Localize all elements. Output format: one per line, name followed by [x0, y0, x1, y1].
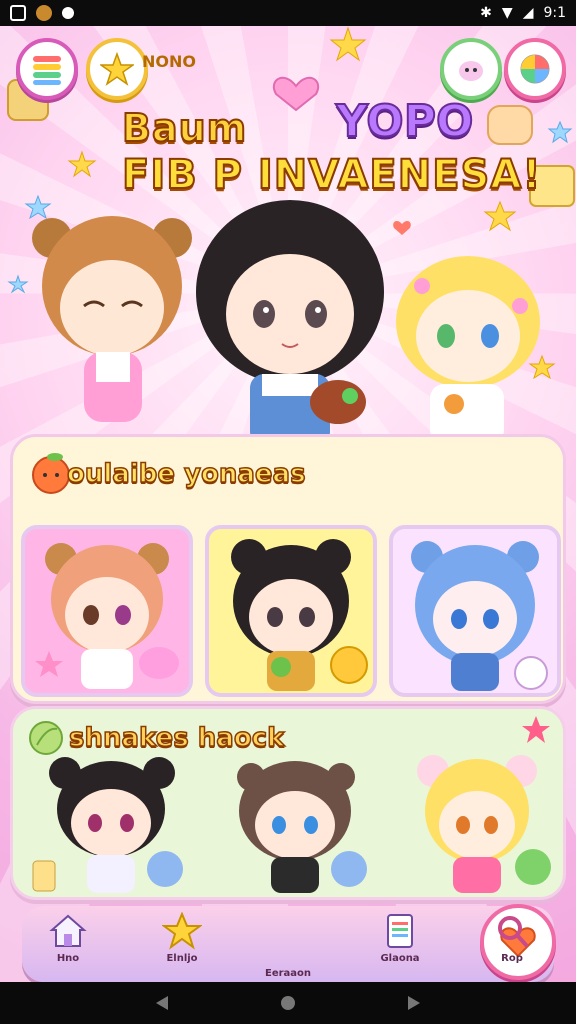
character-card[interactable]	[205, 525, 377, 697]
title-accent: YOPO	[335, 95, 474, 148]
character-portrait-dark	[231, 539, 368, 691]
system-nav-bar	[0, 982, 576, 1024]
pet-button[interactable]	[440, 38, 502, 100]
character-portrait-bear	[35, 543, 179, 689]
palette-button[interactable]	[504, 38, 566, 100]
friend-character[interactable]	[27, 749, 197, 897]
star-icon	[100, 52, 134, 86]
title-main: FIB P INVAENESA!	[121, 151, 542, 199]
nav-favorites[interactable]: Elnljo	[142, 912, 222, 976]
star-icon	[522, 716, 550, 743]
hero-characters	[32, 200, 540, 446]
nav-label: Eeraaon	[264, 968, 312, 979]
gallery-icon	[10, 5, 26, 21]
nav-label: Rop	[501, 953, 523, 964]
nav-guide[interactable]: Glaona	[360, 912, 440, 976]
featured-panel: oulaibe yonaeas	[10, 434, 566, 704]
search-icon	[498, 916, 528, 947]
character-blonde-girl	[396, 256, 540, 444]
signal-icon: ◢	[522, 5, 534, 21]
layers-icon	[33, 56, 61, 85]
friend-portrait-brown	[237, 761, 367, 893]
status-bar: ✱ ▼ ◢ 9:1	[0, 0, 576, 26]
bottom-nav: Hno Elnljo Eeraaon Glaona Rop	[22, 904, 556, 982]
mail-icon	[62, 7, 74, 19]
nav-home[interactable]: Hno	[28, 912, 108, 976]
palette-icon	[520, 54, 550, 84]
book-icon	[387, 914, 413, 948]
star-icon	[329, 26, 367, 62]
home-icon[interactable]	[280, 995, 296, 1011]
menu-button[interactable]	[16, 38, 78, 100]
character-dark-hair-girl	[196, 200, 384, 446]
character-bear-girl	[32, 216, 192, 422]
nav-label: Elnljo	[166, 953, 198, 964]
bluetooth-icon: ✱	[480, 5, 492, 21]
nav-search[interactable]: Rop	[472, 912, 552, 976]
pet-icon	[459, 61, 483, 81]
favorites-button[interactable]	[86, 38, 148, 100]
friend-character[interactable]	[393, 749, 563, 897]
title-top: Baum	[121, 105, 248, 151]
character-card[interactable]	[389, 525, 561, 697]
friend-character[interactable]	[211, 749, 381, 897]
nav-label: Glaona	[380, 953, 420, 964]
character-card[interactable]	[21, 525, 193, 697]
game-screen: NONO Baum YOPO FIB P INVAENESA! oulaibe …	[0, 26, 576, 982]
featured-title: oulaibe yonaeas	[66, 458, 306, 490]
friends-panel: shnakes haock	[10, 706, 566, 900]
recents-icon[interactable]	[406, 995, 422, 1011]
nav-label: Hno	[56, 953, 80, 964]
bread-icon	[487, 105, 533, 145]
house-icon	[49, 914, 87, 947]
star-icon	[67, 150, 97, 178]
back-icon[interactable]	[154, 995, 170, 1011]
nav-center[interactable]: Eeraaon	[248, 904, 556, 980]
app-icon	[36, 5, 52, 21]
header-label: NONO	[142, 52, 196, 71]
time: 9:1	[543, 5, 566, 21]
friend-portrait-blonde	[417, 755, 551, 893]
heart-icon	[273, 76, 319, 112]
character-portrait-blue	[411, 541, 548, 691]
friend-portrait-panda	[32, 757, 183, 893]
star-icon	[547, 120, 573, 144]
wifi-icon: ▼	[501, 5, 513, 21]
star-icon	[162, 912, 202, 950]
